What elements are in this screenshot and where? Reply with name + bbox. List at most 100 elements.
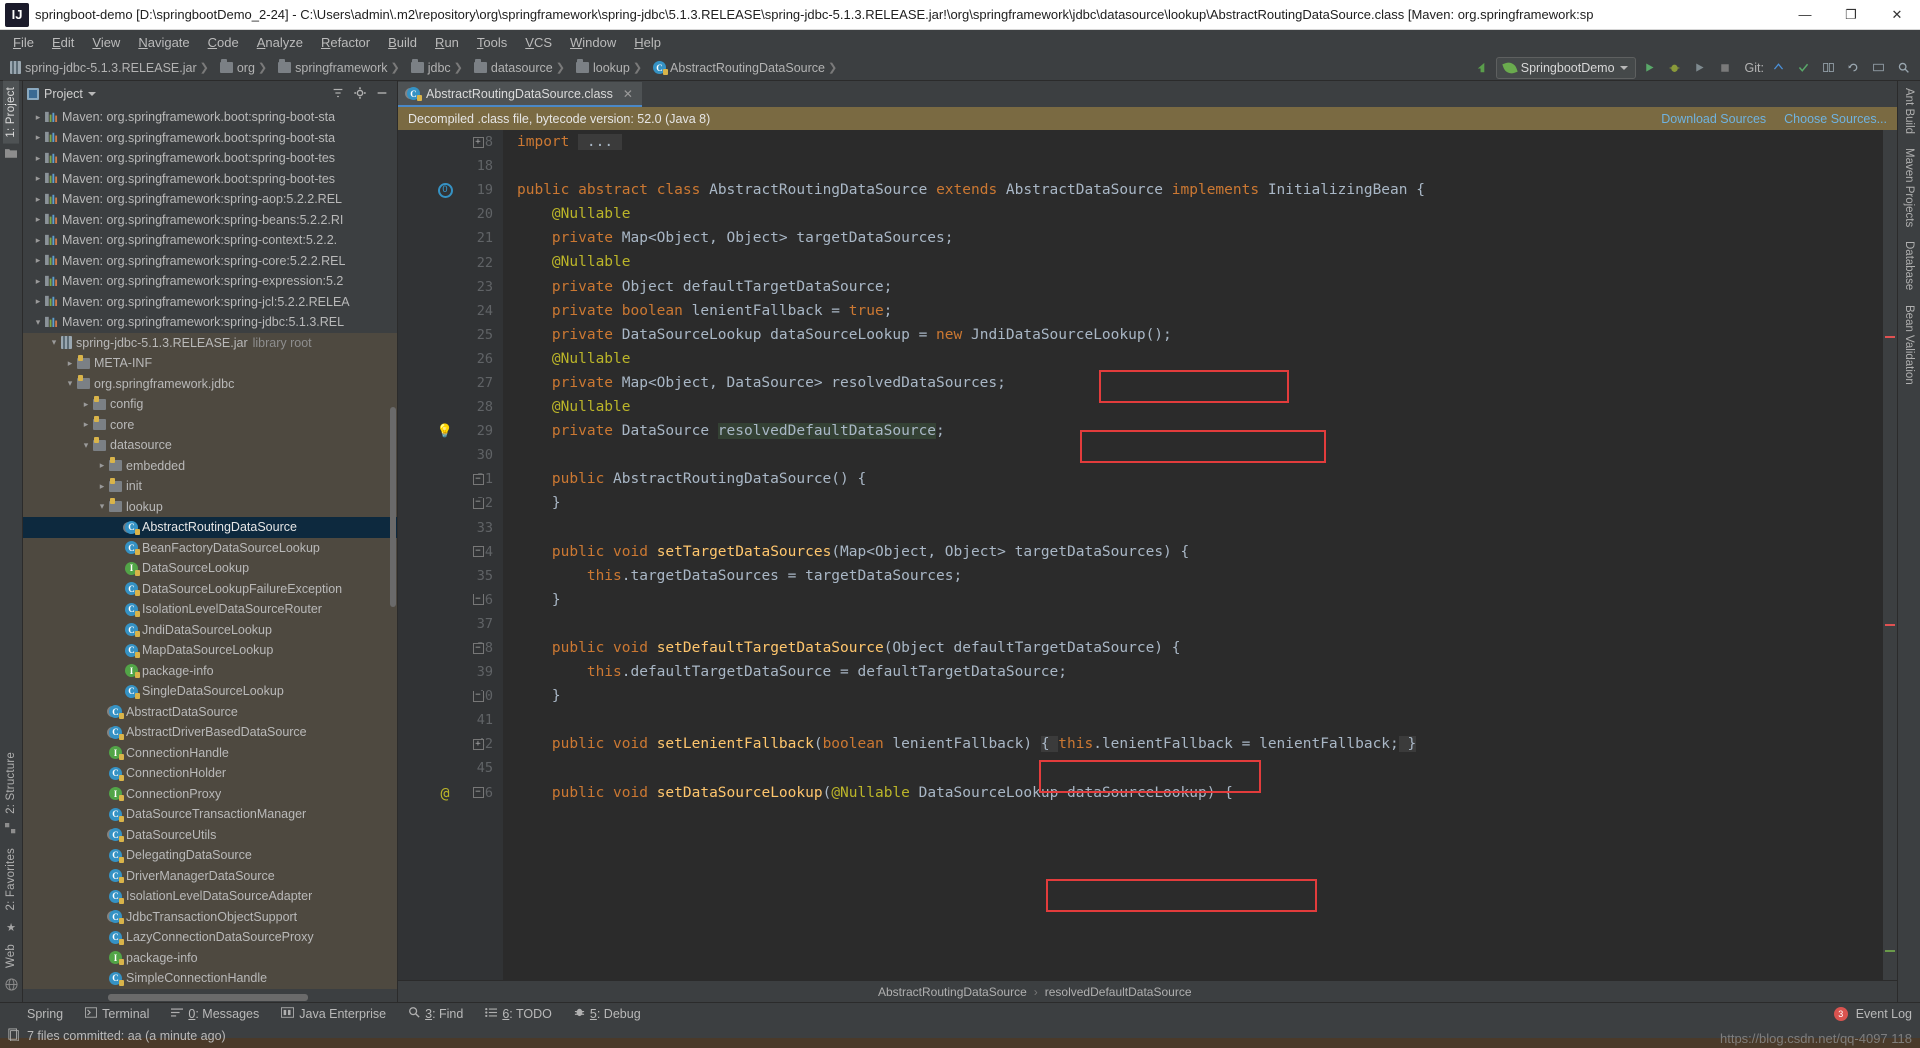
code-line-31[interactable]: public AbstractRoutingDataSource() {: [517, 467, 1897, 491]
tree-node-drivermanagerdatasource[interactable]: C DriverManagerDataSource: [23, 865, 397, 886]
tree-twisty-icon[interactable]: ▸: [31, 132, 45, 143]
tree-twisty-icon[interactable]: ▸: [63, 358, 77, 369]
open-file-icon[interactable]: [1867, 57, 1889, 79]
code-line-18[interactable]: [517, 154, 1897, 178]
event-log-label[interactable]: Event Log: [1856, 1007, 1912, 1021]
code-line-22[interactable]: @Nullable: [517, 250, 1897, 274]
gutter-line-18[interactable]: 18: [398, 154, 503, 178]
code-line-39[interactable]: this.defaultTargetDataSource = defaultTa…: [517, 660, 1897, 684]
tree-node-datasource[interactable]: ▾ datasource: [23, 435, 397, 456]
gutter-line-25[interactable]: 25: [398, 323, 503, 347]
tree-node-delegatingdatasource[interactable]: C DelegatingDataSource: [23, 845, 397, 866]
run-icon[interactable]: [1639, 57, 1661, 79]
tree-twisty-icon[interactable]: ▾: [63, 378, 77, 389]
tree-node-datasourcelookupfailureexception[interactable]: C DataSourceLookupFailureException: [23, 578, 397, 599]
bottom-tool-3--find[interactable]: 3: Find: [408, 1006, 463, 1021]
code-line-23[interactable]: private Object defaultTargetDataSource;: [517, 275, 1897, 299]
hide-panel-icon[interactable]: [375, 86, 389, 103]
gutter-line-36[interactable]: −36: [398, 588, 503, 612]
menu-item-vcs[interactable]: VCS: [516, 32, 561, 53]
sidebar-item-ant-build[interactable]: Ant Build: [1901, 81, 1917, 141]
editor-error-stripe[interactable]: [1883, 130, 1897, 980]
download-sources-link[interactable]: Download Sources: [1661, 112, 1766, 126]
code-line-21[interactable]: private Map<Object, Object> targetDataSo…: [517, 226, 1897, 250]
tree-node-config[interactable]: ▸ config: [23, 394, 397, 415]
chevron-down-icon[interactable]: [87, 92, 96, 96]
search-everywhere-icon[interactable]: [1892, 57, 1914, 79]
code-line-37[interactable]: [517, 612, 1897, 636]
code-line-36[interactable]: }: [517, 588, 1897, 612]
code-line-38[interactable]: public void setDefaultTargetDataSource(O…: [517, 636, 1897, 660]
breadcrumb-item-datasource[interactable]: datasource ❯: [470, 59, 572, 75]
bottom-tool-spring[interactable]: Spring: [22, 1007, 63, 1021]
tree-twisty-icon[interactable]: ▸: [31, 214, 45, 225]
gutter-line-20[interactable]: 20: [398, 202, 503, 226]
tree-node-isolationleveldatasourceadapter[interactable]: C IsolationLevelDataSourceAdapter: [23, 886, 397, 907]
menu-item-help[interactable]: Help: [625, 32, 670, 53]
tree-node-maven--org-springframework-spring-core-5-2-2-rel[interactable]: ▸ Maven: org.springframework:spring-core:…: [23, 251, 397, 272]
menu-item-build[interactable]: Build: [379, 32, 426, 53]
sidebar-item-favorites[interactable]: 2: Favorites: [3, 842, 19, 916]
tree-node-org-springframework-jdbc[interactable]: ▾ org.springframework.jdbc: [23, 373, 397, 394]
project-tree[interactable]: ▸ Maven: org.springframework.boot:spring-…: [23, 107, 397, 1002]
tree-node-core[interactable]: ▸ core: [23, 414, 397, 435]
gutter-line-40[interactable]: −40: [398, 684, 503, 708]
tree-node-isolationleveldatasourcerouter[interactable]: C IsolationLevelDataSourceRouter: [23, 599, 397, 620]
rollback-icon[interactable]: [1842, 57, 1864, 79]
breadcrumb-item-lookup[interactable]: lookup ❯: [572, 59, 649, 75]
gutter-line-41[interactable]: 41: [398, 708, 503, 732]
breadcrumb-item-org[interactable]: org ❯: [216, 59, 274, 75]
maximize-icon[interactable]: ❐: [1828, 0, 1874, 30]
code-line-46[interactable]: public void setDataSourceLookup(@Nullabl…: [517, 781, 1897, 805]
code-line-20[interactable]: @Nullable: [517, 202, 1897, 226]
gutter-line-35[interactable]: 35: [398, 564, 503, 588]
bottom-tool-terminal[interactable]: Terminal: [85, 1007, 149, 1021]
debug-icon[interactable]: [1664, 57, 1686, 79]
tree-node-maven--org-springframework-spring-jcl-5-2-2-relea[interactable]: ▸ Maven: org.springframework:spring-jcl:5…: [23, 292, 397, 313]
tree-twisty-icon[interactable]: ▾: [79, 440, 93, 451]
gutter-line-26[interactable]: 26: [398, 347, 503, 371]
menu-item-edit[interactable]: Edit: [43, 32, 83, 53]
gutter-line-21[interactable]: 21: [398, 226, 503, 250]
code-line-28[interactable]: @Nullable: [517, 395, 1897, 419]
back-arrow-icon[interactable]: [1471, 57, 1493, 79]
code-line-29[interactable]: private DataSource resolvedDefaultDataSo…: [517, 419, 1897, 443]
event-log-group[interactable]: 3 Event Log: [1833, 1006, 1920, 1021]
close-icon[interactable]: ✕: [623, 87, 633, 101]
gutter-line-32[interactable]: −32: [398, 491, 503, 515]
tree-twisty-icon[interactable]: ▸: [79, 399, 93, 410]
sidebar-item-database[interactable]: Database: [1901, 234, 1917, 297]
gutter-line-22[interactable]: 22: [398, 250, 503, 274]
code-line-40[interactable]: }: [517, 684, 1897, 708]
code-line-26[interactable]: @Nullable: [517, 347, 1897, 371]
gutter-line-34[interactable]: −34: [398, 540, 503, 564]
tree-node-datasourcetransactionmanager[interactable]: C DataSourceTransactionManager: [23, 804, 397, 825]
fold-expand-icon[interactable]: +: [472, 136, 484, 148]
tree-node-maven--org-springframework-boot-spring-boot-tes[interactable]: ▸ Maven: org.springframework.boot:spring-…: [23, 169, 397, 190]
tree-node-abstractdriverbaseddatasource[interactable]: C AbstractDriverBasedDataSource: [23, 722, 397, 743]
minimize-icon[interactable]: —: [1782, 0, 1828, 30]
sidebar-item-structure[interactable]: 2: Structure: [3, 746, 19, 820]
code-line-42[interactable]: public void setLenientFallback(boolean l…: [517, 732, 1897, 756]
tree-node-lazyconnectiondatasourceproxy[interactable]: C LazyConnectionDataSourceProxy: [23, 927, 397, 948]
breadcrumb-item-springframework[interactable]: springframework ❯: [274, 59, 407, 75]
project-title-group[interactable]: Project: [27, 87, 96, 101]
gutter-line-29[interactable]: 💡 29: [398, 419, 503, 443]
fold-collapse-icon[interactable]: −: [472, 473, 484, 485]
tree-node-maven--org-springframework-spring-context-5-2-2-[interactable]: ▸ Maven: org.springframework:spring-conte…: [23, 230, 397, 251]
gutter-line-42[interactable]: +42: [398, 732, 503, 756]
gutter-line-30[interactable]: 30: [398, 443, 503, 467]
tree-node-datasourcelookup[interactable]: I DataSourceLookup: [23, 558, 397, 579]
tree-node-meta-inf[interactable]: ▸ META-INF: [23, 353, 397, 374]
sidebar-item-bean-validation[interactable]: Bean Validation: [1901, 298, 1917, 392]
menu-item-refactor[interactable]: Refactor: [312, 32, 379, 53]
gutter-line-37[interactable]: 37: [398, 612, 503, 636]
tree-twisty-icon[interactable]: ▸: [31, 235, 45, 246]
fold-collapse-icon[interactable]: −: [472, 642, 484, 654]
breadcrumb-item-abstractroutingdatasource[interactable]: C AbstractRoutingDataSource ❯: [649, 61, 844, 75]
tree-node-singledatasourcelookup[interactable]: C SingleDataSourceLookup: [23, 681, 397, 702]
fold-collapse-icon[interactable]: −: [472, 787, 484, 799]
fold-end-icon[interactable]: −: [472, 594, 484, 606]
tree-horizontal-scrollbar[interactable]: [108, 994, 308, 1001]
code-line-35[interactable]: this.targetDataSources = targetDataSourc…: [517, 564, 1897, 588]
